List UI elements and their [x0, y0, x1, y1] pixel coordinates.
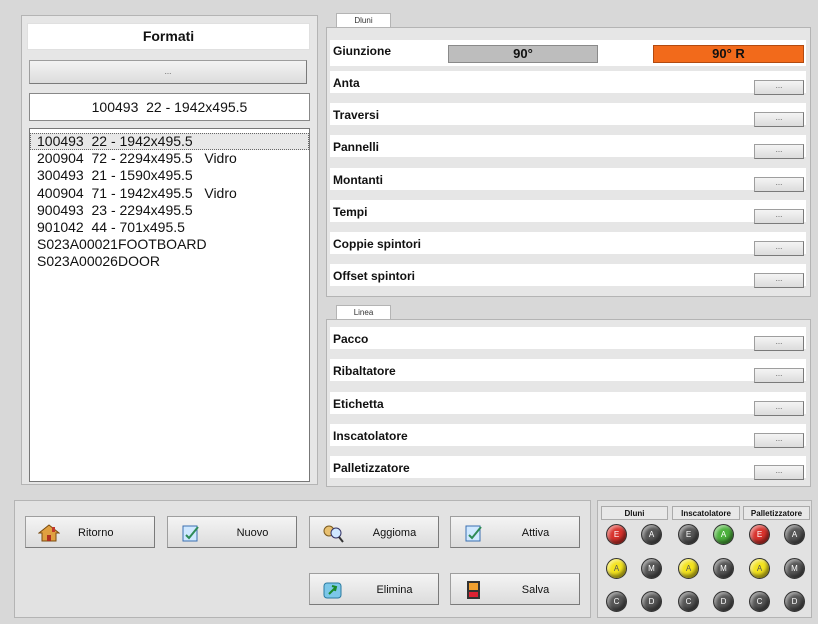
giunzione-label: Giunzione — [333, 44, 391, 58]
nuovo-button[interactable]: Nuovo — [167, 516, 297, 548]
dluni-row-anta: Anta... — [330, 71, 806, 98]
anta-button[interactable]: ... — [754, 80, 804, 95]
status-lamp: C — [678, 591, 699, 612]
delete-icon — [323, 582, 342, 599]
traversi-button[interactable]: ... — [754, 112, 804, 127]
status-header-inscatolatore: Inscatolatore — [672, 506, 740, 520]
formats-top-button-label: ... — [164, 67, 172, 76]
status-lamp: D — [713, 591, 734, 612]
linea-row-inscatolatore: Inscatolatore... — [330, 424, 806, 451]
coppie-spintori-button[interactable]: ... — [754, 241, 804, 256]
list-item[interactable]: 900493 23 - 2294x495.5 — [30, 202, 309, 219]
status-lamp: C — [749, 591, 770, 612]
giunzione-value-left[interactable]: 90° — [448, 45, 598, 63]
status-lamp: A — [784, 524, 805, 545]
row-label: Montanti — [333, 173, 383, 187]
formats-top-button[interactable]: ... — [29, 60, 307, 84]
row-label: Pacco — [333, 332, 369, 346]
status-header-palletizzatore: Palletizzatore — [743, 506, 810, 520]
giunzione-value-right-text: 90° R — [712, 46, 745, 61]
dluni-row-coppie-spintori: Coppie spintori... — [330, 232, 806, 259]
list-item[interactable]: 400904 71 - 1942x495.5 Vidro — [30, 185, 309, 202]
search-update-icon — [323, 525, 344, 543]
selected-format-field: 100493 22 - 1942x495.5 — [29, 93, 310, 121]
status-lamp: E — [678, 524, 699, 545]
row-label: Inscatolatore — [333, 429, 408, 443]
list-item[interactable]: 901042 44 - 701x495.5 — [30, 219, 309, 236]
status-lamp: M — [641, 558, 662, 579]
status-lamp: A — [678, 558, 699, 579]
row-label: Anta — [333, 76, 360, 90]
ritorno-label: Ritorno — [78, 527, 114, 539]
list-item[interactable]: 300493 21 - 1590x495.5 — [30, 167, 309, 184]
save-icon — [467, 581, 480, 599]
dluni-row-traversi: Traversi... — [330, 103, 806, 130]
inscatolatore-button[interactable]: ... — [754, 433, 804, 448]
status-lamp: M — [784, 558, 805, 579]
status-lamp: E — [749, 524, 770, 545]
row-label: Ribaltatore — [333, 364, 396, 378]
dluni-row-offset-spintori: Offset spintori... — [330, 264, 806, 291]
giunzione-value-right[interactable]: 90° R — [653, 45, 804, 63]
salva-label: Salva — [521, 584, 550, 596]
formats-title: Formati — [142, 28, 195, 44]
row-label: Tempi — [333, 205, 368, 219]
elimina-label: Elimina — [376, 584, 413, 596]
list-item[interactable]: 200904 72 - 2294x495.5 Vidro — [30, 150, 309, 167]
giunzione-row: Giunzione 90° 90° R — [330, 40, 806, 66]
formats-title-box: Formati — [27, 23, 310, 50]
status-lamp: D — [784, 591, 805, 612]
new-document-icon — [182, 525, 199, 542]
linea-row-palletizzatore: Palletizzatore... — [330, 456, 806, 483]
list-item[interactable]: S023A00021FOOTBOARD — [30, 236, 309, 253]
offset-spintori-button[interactable]: ... — [754, 273, 804, 288]
row-label: Palletizzatore — [333, 461, 410, 475]
linea-row-etichetta: Etichetta... — [330, 392, 806, 419]
list-item[interactable]: S023A00026DOOR — [30, 253, 309, 270]
dluni-row-pannelli: Pannelli... — [330, 135, 806, 162]
status-lamp: D — [641, 591, 662, 612]
ribaltatore-button[interactable]: ... — [754, 368, 804, 383]
activate-icon — [465, 525, 482, 542]
status-header-dluni: Dluni — [601, 506, 668, 520]
linea-row-ribaltatore: Ribaltatore... — [330, 359, 806, 386]
status-lamp: A — [606, 558, 627, 579]
row-label: Traversi — [333, 108, 380, 122]
salva-button[interactable]: Salva — [450, 573, 580, 605]
status-lamp: A — [749, 558, 770, 579]
montanti-button[interactable]: ... — [754, 177, 804, 192]
formats-list[interactable]: 100493 22 - 1942x495.5 200904 72 - 2294x… — [29, 128, 310, 482]
ritorno-button[interactable]: Ritorno — [25, 516, 155, 548]
giunzione-value-left-text: 90° — [513, 46, 533, 61]
pacco-button[interactable]: ... — [754, 336, 804, 351]
linea-group-label: Linea — [336, 305, 391, 319]
list-item[interactable]: 100493 22 - 1942x495.5 — [30, 133, 309, 151]
status-lamp: E — [606, 524, 627, 545]
attiva-label: Attiva — [521, 527, 550, 539]
status-lamp: A — [641, 524, 662, 545]
selected-format-value: 100493 22 - 1942x495.5 — [91, 99, 248, 115]
status-lamp: M — [713, 558, 734, 579]
pannelli-button[interactable]: ... — [754, 144, 804, 159]
status-lamp: C — [606, 591, 627, 612]
palletizzatore-button[interactable]: ... — [754, 465, 804, 480]
row-label: Coppie spintori — [333, 237, 421, 251]
nuovo-label: Nuovo — [236, 527, 269, 539]
linea-row-pacco: Pacco... — [330, 327, 806, 354]
attiva-button[interactable]: Attiva — [450, 516, 580, 548]
elimina-button[interactable]: Elimina — [309, 573, 439, 605]
status-lamp: A — [713, 524, 734, 545]
tempi-button[interactable]: ... — [754, 209, 804, 224]
dluni-row-tempi: Tempi... — [330, 200, 806, 227]
row-label: Offset spintori — [333, 269, 416, 283]
dluni-group-label: Dluni — [336, 13, 391, 27]
etichetta-button[interactable]: ... — [754, 401, 804, 416]
aggiorna-button[interactable]: Aggioma — [309, 516, 439, 548]
row-label: Etichetta — [333, 397, 384, 411]
aggiorna-label: Aggioma — [372, 527, 417, 539]
row-label: Pannelli — [333, 140, 380, 154]
dluni-row-montanti: Montanti... — [330, 168, 806, 195]
